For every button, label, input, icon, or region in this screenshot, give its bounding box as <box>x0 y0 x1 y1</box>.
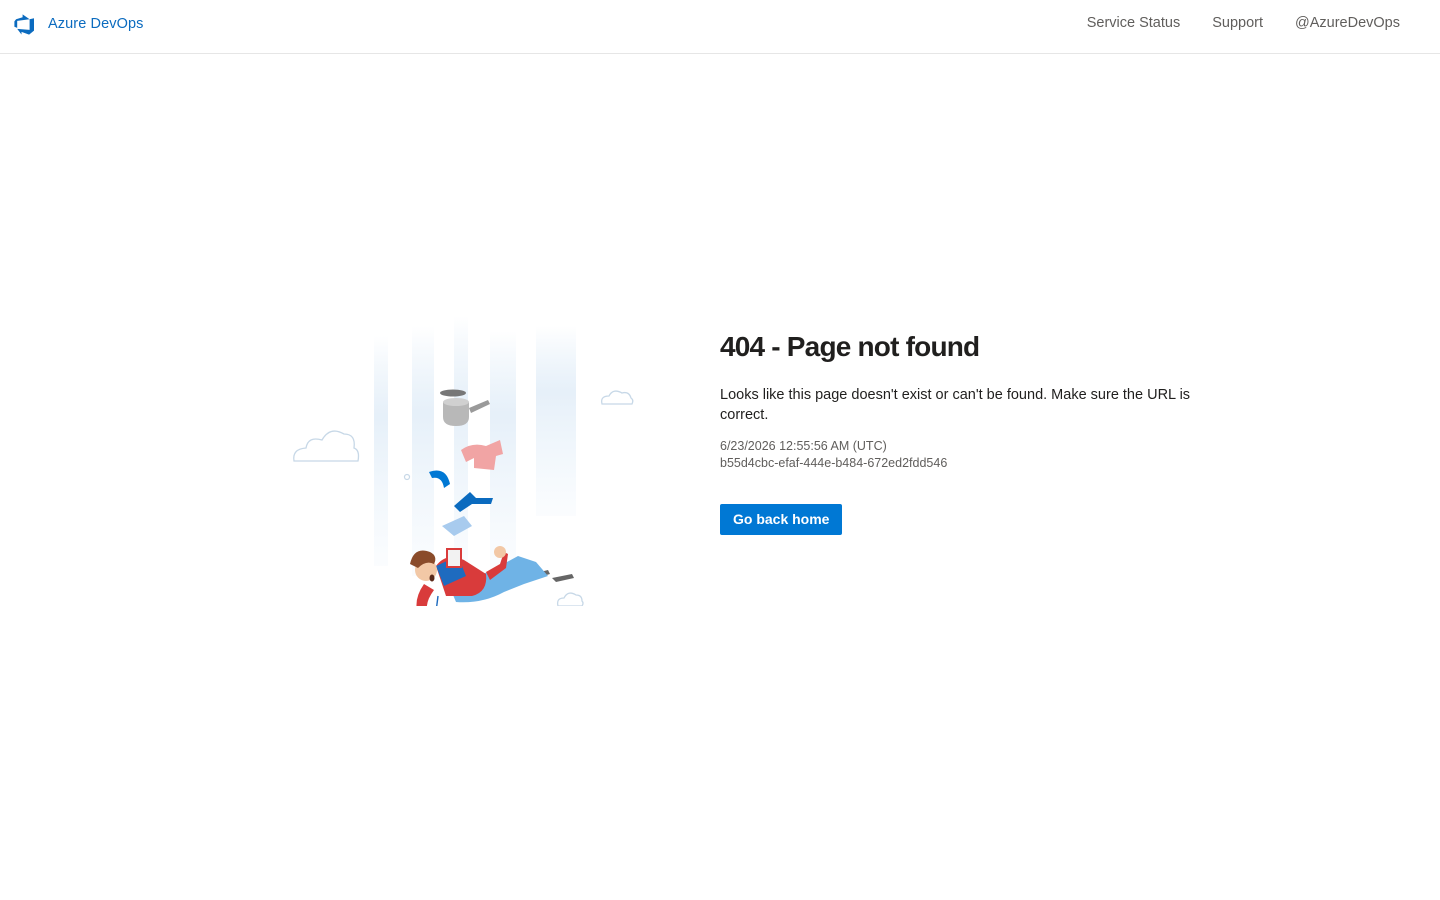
error-timestamp: 6/23/2026 12:55:56 AM (UTC) <box>720 439 887 453</box>
error-content: 404 - Page not found Looks like this pag… <box>0 54 1440 900</box>
top-nav: Service Status Support @AzureDevOps <box>1087 15 1400 31</box>
nav-support-link[interactable]: Support <box>1212 15 1263 31</box>
brand-home-link[interactable]: Azure DevOps <box>14 13 144 35</box>
page-title: 404 - Page not found <box>720 331 980 362</box>
error-description: Looks like this page doesn't exist or ca… <box>720 387 1191 423</box>
go-back-home-button[interactable]: Go back home <box>720 504 843 535</box>
falling-person-illustration <box>286 316 638 606</box>
nav-service-status-link[interactable]: Service Status <box>1087 15 1181 31</box>
error-details: 6/23/2026 12:55:56 AM (UTC) b55d4cbc-efa… <box>720 438 1220 472</box>
falling-person-icon <box>293 316 634 606</box>
azure-devops-logo-icon <box>14 13 34 35</box>
nav-twitter-link[interactable]: @AzureDevOps <box>1295 15 1400 31</box>
error-message-block: 404 - Page not found Looks like this pag… <box>720 330 1220 535</box>
brand-name: Azure DevOps <box>48 16 144 32</box>
error-activity-id: b55d4cbc-efaf-444e-b484-672ed2fdd546 <box>720 456 948 470</box>
top-bar: Azure DevOps Service Status Support @Azu… <box>0 0 1440 54</box>
